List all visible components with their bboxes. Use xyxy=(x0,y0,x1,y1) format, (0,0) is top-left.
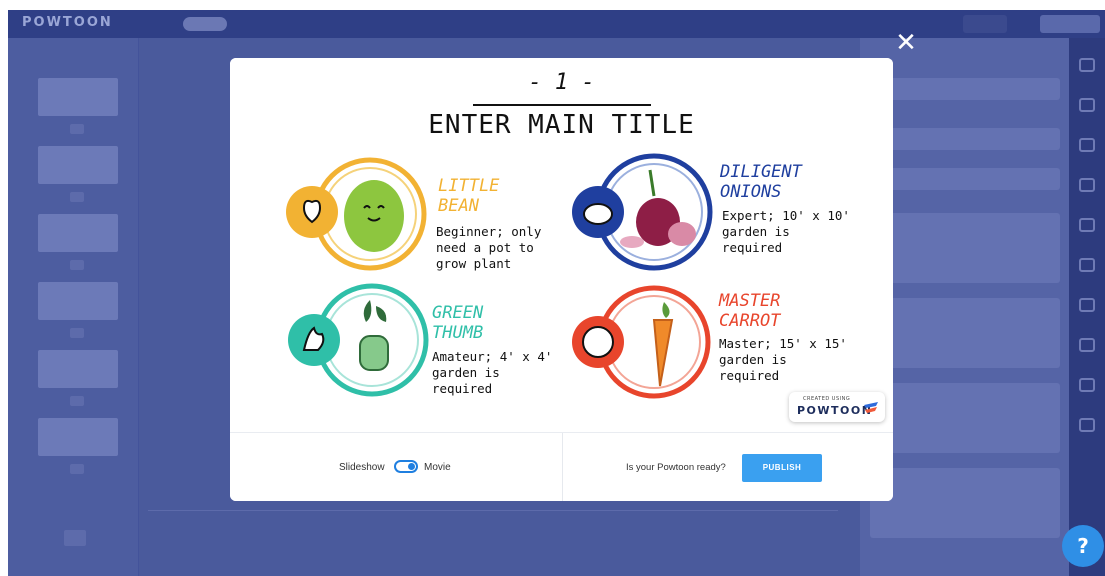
desc-line: Expert; 10' x 10' xyxy=(722,208,850,223)
slide-settings-icon xyxy=(70,192,84,202)
master-carrot-title-line2: CARROT xyxy=(719,311,781,331)
music-icon xyxy=(1079,378,1095,392)
movie-label: Movie xyxy=(424,462,451,473)
slide-settings-icon xyxy=(70,328,84,338)
image-icon xyxy=(1079,298,1095,312)
layout-icon xyxy=(1079,58,1095,72)
preview-footer: Slideshow Movie Is your Powtoon ready? P… xyxy=(230,432,893,501)
slide-settings-icon xyxy=(70,124,84,134)
toggle-knob xyxy=(408,463,415,470)
publish-button[interactable]: PUBLISH xyxy=(742,454,822,482)
timeline xyxy=(148,510,838,531)
slideshow-movie-toggle[interactable] xyxy=(394,460,418,473)
slide-preview: - 1 - ENTER MAIN TITLE LITTLE BEAN Begin… xyxy=(230,58,893,432)
shapes-icon xyxy=(1079,258,1095,272)
library-card xyxy=(870,213,1060,283)
slide-thumbnail xyxy=(38,282,118,320)
library-row xyxy=(870,128,1060,150)
desc-line: grow plant xyxy=(436,256,512,271)
tools-rail xyxy=(1069,38,1105,576)
created-using-badge[interactable]: CREATED USING POWTOON xyxy=(789,392,885,422)
title-divider xyxy=(473,104,651,106)
green-thumb-title-line2: THUMB xyxy=(432,323,484,343)
desc-line: Master; 15' x 15' xyxy=(719,336,847,351)
master-carrot-title-line1: MASTER xyxy=(719,291,781,311)
text-icon xyxy=(1079,138,1095,152)
desc-line: garden is xyxy=(719,352,787,367)
master-carrot-title: MASTER CARROT xyxy=(719,291,780,331)
badge-caption: CREATED USING xyxy=(803,396,851,402)
little-bean-title-line1: LITTLE xyxy=(438,176,500,196)
close-icon[interactable]: ✕ xyxy=(893,30,919,56)
green-thumb-desc: Amateur; 4' x 4' garden is required xyxy=(432,349,552,397)
diligent-onions-title-line1: DILIGENT xyxy=(720,162,802,182)
onion-illustration xyxy=(572,153,713,271)
slide-thumbnail xyxy=(38,214,118,252)
diligent-onions-desc: Expert; 10' x 10' garden is required xyxy=(722,208,850,256)
video-icon xyxy=(1079,338,1095,352)
diligent-onions-title: DILIGENT ONIONS xyxy=(720,162,802,202)
desc-line: required xyxy=(719,368,780,383)
desc-line: garden is xyxy=(722,224,790,239)
desc-line: required xyxy=(722,240,783,255)
green-thumb-title: GREEN THUMB xyxy=(432,303,483,343)
slide-settings-icon xyxy=(70,260,84,270)
slide-title: ENTER MAIN TITLE xyxy=(428,110,695,140)
slide-thumbnail xyxy=(38,350,118,388)
background-icon xyxy=(1079,98,1095,112)
library-card xyxy=(870,298,1060,368)
upload-icon xyxy=(1079,418,1095,432)
props-icon xyxy=(1079,218,1095,232)
ready-question: Is your Powtoon ready? xyxy=(626,462,726,473)
brand-logo: POWTOON xyxy=(22,15,113,30)
carrot-illustration xyxy=(572,285,711,399)
bean-illustration xyxy=(286,157,427,271)
library-card xyxy=(870,383,1060,453)
little-bean-title-line2: BEAN xyxy=(438,196,479,216)
badge-brand: POWTOON xyxy=(797,404,873,417)
buy-now-button xyxy=(963,15,1007,33)
master-carrot-desc: Master; 15' x 15' garden is required xyxy=(719,336,847,384)
publish-top-button xyxy=(1040,15,1100,33)
character-icon xyxy=(1079,178,1095,192)
desc-line: Amateur; 4' x 4' xyxy=(432,349,553,364)
slideshow-label: Slideshow xyxy=(339,462,385,473)
little-bean-title: LITTLE BEAN xyxy=(438,176,499,216)
add-slide-icon xyxy=(64,530,86,546)
slide-thumbnail xyxy=(38,78,118,116)
thumb-illustration xyxy=(288,283,429,397)
desc-line: garden is xyxy=(432,365,500,380)
toggle-pill xyxy=(183,17,227,31)
diligent-onions-title-line2: ONIONS xyxy=(720,182,782,202)
desc-line: Beginner; only xyxy=(436,224,542,239)
preview-modal: - 1 - ENTER MAIN TITLE LITTLE BEAN Begin… xyxy=(230,58,893,501)
footer-divider xyxy=(562,433,563,501)
slide-thumbnail xyxy=(38,418,118,456)
green-thumb-title-line1: GREEN xyxy=(432,303,484,323)
library-search xyxy=(870,78,1060,100)
desc-line: need a pot to xyxy=(436,240,534,255)
slide-thumbnail xyxy=(38,146,118,184)
library-row xyxy=(870,168,1060,190)
slides-panel xyxy=(8,38,139,576)
little-bean-desc: Beginner; only need a pot to grow plant xyxy=(436,224,541,272)
help-button[interactable]: ? xyxy=(1062,525,1104,567)
desc-line: required xyxy=(432,381,493,396)
powtoon-logo-icon xyxy=(864,402,878,413)
slide-number: - 1 - xyxy=(528,70,595,95)
top-bar: POWTOON xyxy=(8,10,1105,38)
slide-settings-icon xyxy=(70,464,84,474)
library-card xyxy=(870,468,1060,538)
slide-settings-icon xyxy=(70,396,84,406)
